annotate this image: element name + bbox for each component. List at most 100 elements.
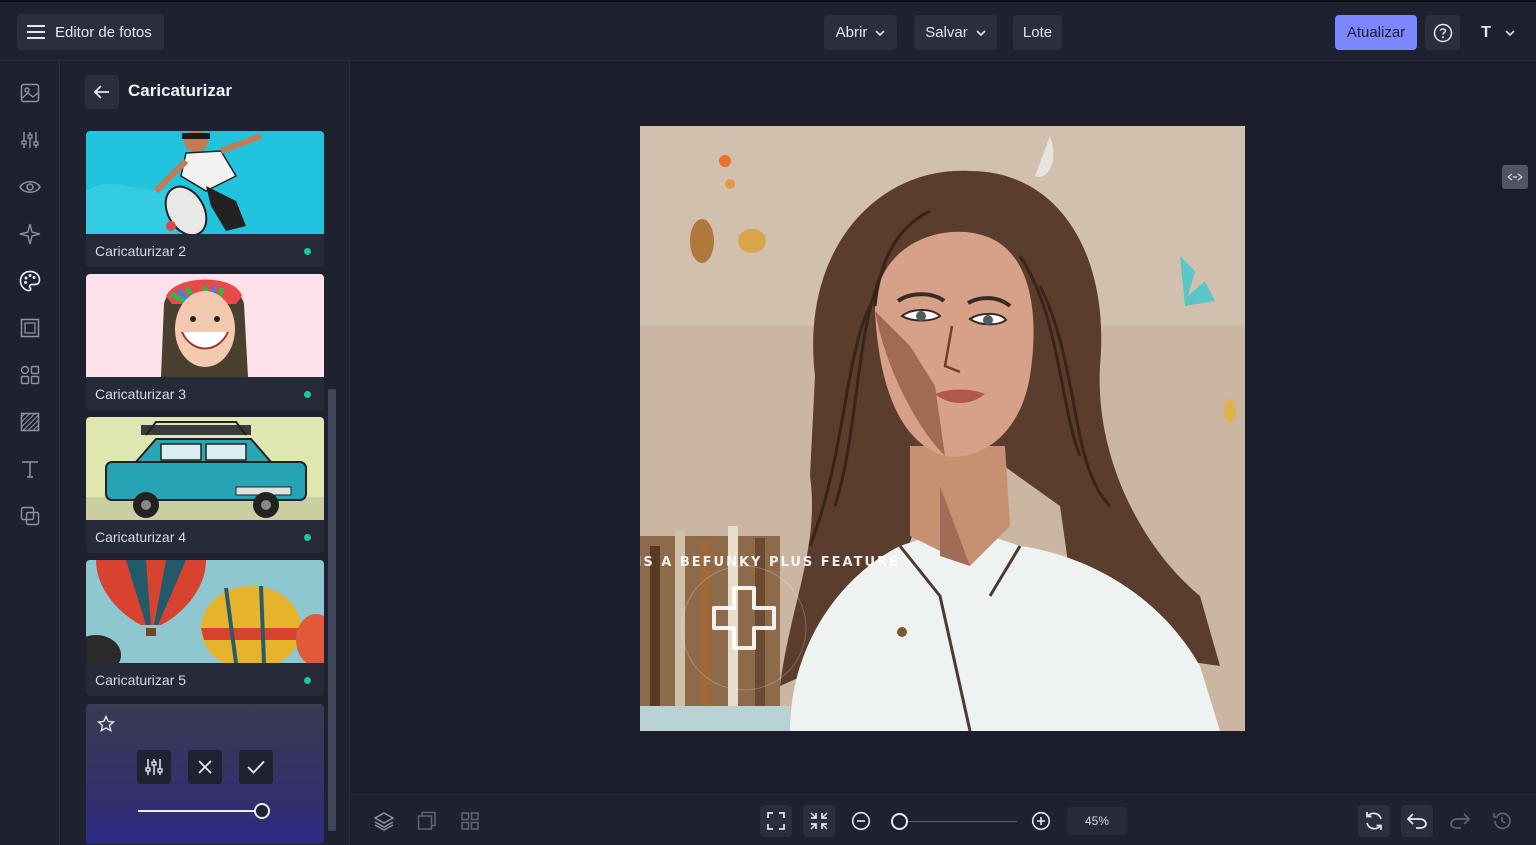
rotate-button[interactable] [1358, 805, 1390, 837]
effect-settings-button[interactable] [137, 750, 171, 784]
actual-size-button[interactable] [803, 805, 835, 837]
expand-icon [767, 812, 785, 830]
app-menu-button[interactable]: Editor de fotos [17, 14, 164, 50]
compare-icon [1507, 173, 1523, 181]
cartoon-portrait: THIS IS A BEFUNKY PLUS FEATURE [640, 126, 1245, 731]
check-icon [247, 760, 265, 774]
bottom-toolbar: 45% [351, 794, 1536, 845]
undo-button[interactable] [1401, 805, 1433, 837]
rail-edit-button[interactable] [14, 77, 46, 109]
zoom-in-button[interactable] [1025, 805, 1057, 837]
effect-card-label: Caricaturizar 3 [95, 386, 187, 402]
sparkles-icon [19, 223, 41, 245]
back-button[interactable] [85, 75, 119, 109]
star-icon[interactable] [97, 715, 115, 733]
panel-scrollbar[interactable] [328, 389, 336, 831]
zoom-slider-knob[interactable] [891, 813, 908, 830]
save-label: Salvar [925, 24, 968, 41]
rail-text-button[interactable] [14, 453, 46, 485]
sliders-icon [145, 759, 163, 775]
panel-title: Caricaturizar [128, 81, 232, 100]
sliders-icon [21, 132, 39, 148]
save-button[interactable]: Salvar [914, 15, 997, 50]
effect-card[interactable]: Caricaturizar 3 [86, 274, 324, 410]
help-circle-icon [1433, 23, 1452, 42]
redo-button[interactable] [1444, 805, 1476, 837]
batch-button[interactable]: Lote [1013, 15, 1062, 50]
app-title: Editor de fotos [55, 23, 152, 41]
zoom-slider-track[interactable] [899, 821, 1017, 822]
history-icon [1493, 812, 1511, 830]
close-icon [198, 760, 212, 774]
rail-effects-button[interactable] [14, 218, 46, 250]
effect-card[interactable]: Caricaturizar 5 [86, 560, 324, 696]
redo-icon [1450, 813, 1470, 829]
overlay-icon [20, 506, 40, 526]
cancel-button[interactable] [188, 750, 222, 784]
svg-text:THIS IS A BEFUNKY PLUS FEATURE: THIS IS A BEFUNKY PLUS FEATURE [640, 555, 900, 570]
help-button[interactable] [1425, 15, 1460, 50]
batch-label: Lote [1022, 24, 1053, 41]
zoom-out-icon [851, 811, 871, 831]
open-button[interactable]: Abrir [824, 15, 897, 50]
status-dot [304, 534, 311, 541]
effect-thumbnail [86, 417, 324, 520]
upgrade-button[interactable]: Atualizar [1335, 15, 1417, 50]
top-bar: Editor de fotos Abrir Salvar Lote Atuali… [0, 0, 1536, 61]
status-dot [304, 391, 311, 398]
arrow-left-icon [94, 85, 109, 99]
effect-thumbnail [86, 131, 324, 234]
shrink-icon [810, 812, 828, 830]
status-dot [304, 677, 311, 684]
rail-graphics-button[interactable] [14, 359, 46, 391]
image-manager-button[interactable] [411, 805, 443, 837]
zoom-out-button[interactable] [845, 805, 877, 837]
user-initial: T [1481, 23, 1491, 41]
zoom-in-icon [1031, 811, 1051, 831]
fit-to-screen-button[interactable] [760, 805, 792, 837]
chevron-down-icon [1505, 29, 1515, 36]
text-icon [22, 461, 38, 478]
grid-view-button[interactable] [454, 805, 486, 837]
grid-icon [461, 812, 479, 830]
eye-icon [19, 181, 41, 193]
grid-icon [20, 365, 40, 385]
effect-thumbnail [86, 274, 324, 377]
tool-rail [0, 61, 60, 845]
history-button[interactable] [1486, 805, 1518, 837]
chevron-down-icon [875, 29, 885, 36]
images-icon [417, 811, 436, 830]
hamburger-icon [27, 25, 45, 39]
rail-overlays-button[interactable] [14, 500, 46, 532]
image-icon [20, 83, 40, 103]
rail-touchup-button[interactable] [14, 171, 46, 203]
rail-frames-button[interactable] [14, 312, 46, 344]
apply-button[interactable] [239, 750, 273, 784]
undo-icon [1407, 813, 1427, 829]
rail-adjust-button[interactable] [14, 124, 46, 156]
layers-icon [374, 812, 394, 831]
zoom-value[interactable]: 45% [1067, 807, 1127, 835]
chevron-down-icon [976, 29, 986, 36]
effect-settings-box [86, 704, 324, 844]
intensity-slider-track[interactable] [138, 810, 262, 812]
intensity-slider-knob[interactable] [254, 803, 270, 819]
rail-textures-button[interactable] [14, 406, 46, 438]
effect-card-label: Caricaturizar 2 [95, 243, 187, 259]
edited-photo[interactable]: THIS IS A BEFUNKY PLUS FEATURE [640, 126, 1245, 731]
palette-icon [19, 270, 41, 292]
effects-panel: Caricaturizar Caricaturizar 2 Caricaturi… [61, 61, 350, 845]
effect-card[interactable]: Caricaturizar 4 [86, 417, 324, 553]
frame-icon [20, 318, 40, 338]
effect-card-label: Caricaturizar 4 [95, 529, 187, 545]
open-label: Abrir [835, 24, 868, 41]
texture-icon [20, 412, 40, 432]
layers-button[interactable] [368, 805, 400, 837]
effect-card[interactable]: Caricaturizar 2 [86, 131, 324, 267]
compare-button[interactable] [1502, 165, 1528, 189]
user-menu[interactable]: T [1468, 15, 1528, 50]
effect-card-label: Caricaturizar 5 [95, 672, 187, 688]
effect-thumbnail [86, 560, 324, 663]
rail-artsy-button[interactable] [14, 265, 46, 297]
refresh-icon [1366, 812, 1382, 830]
